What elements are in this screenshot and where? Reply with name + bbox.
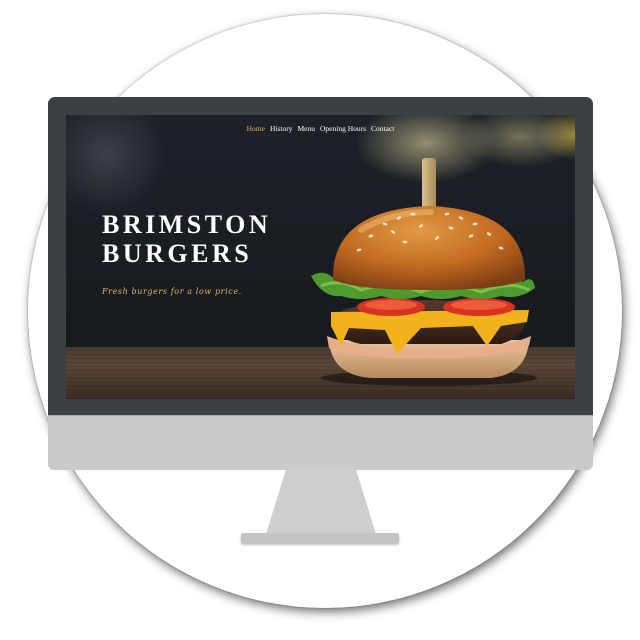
nav-opening-hours[interactable]: Opening Hours bbox=[320, 122, 366, 136]
burger-image bbox=[311, 158, 537, 386]
top-navigation: Home History Menu Opening Hours Contact bbox=[66, 122, 575, 136]
monitor-chin bbox=[48, 415, 593, 470]
hero-title-line-2: BURGERS bbox=[102, 239, 253, 268]
monitor-stand-base bbox=[241, 533, 399, 543]
nav-home[interactable]: Home bbox=[247, 122, 265, 136]
hero-title-line-1: BRIMSTON bbox=[102, 210, 272, 239]
website-screen: Home History Menu Opening Hours Contact … bbox=[66, 115, 575, 399]
nav-history[interactable]: History bbox=[270, 122, 293, 136]
hero-title: BRIMSTON BURGERS bbox=[102, 210, 271, 268]
hero-tagline: Fresh burgers for a low price. bbox=[102, 287, 242, 296]
nav-menu[interactable]: Menu bbox=[297, 122, 315, 136]
nav-contact[interactable]: Contact bbox=[371, 122, 394, 136]
